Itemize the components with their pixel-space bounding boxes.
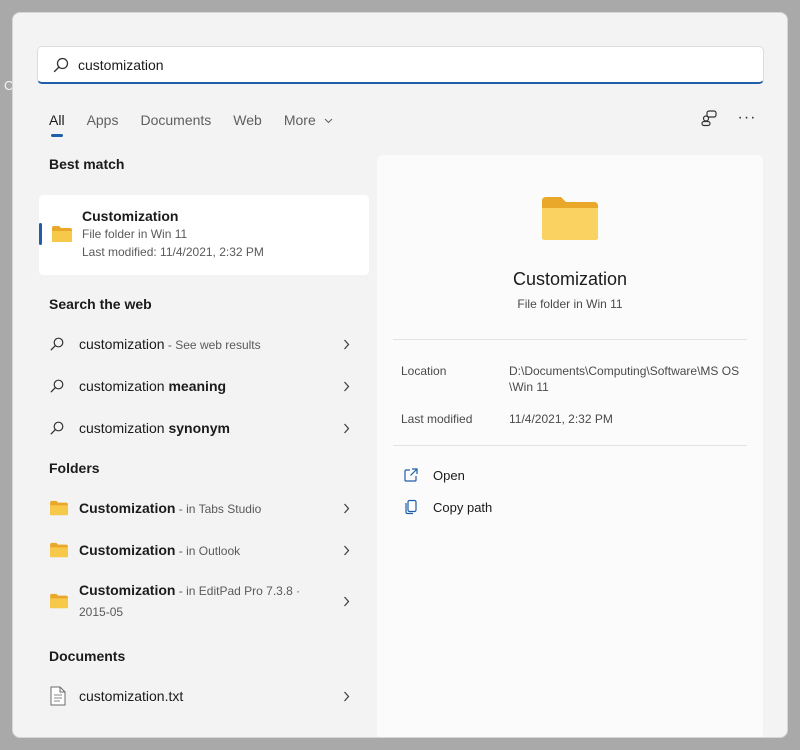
folder-name: Customization [79,500,176,516]
document-name: customization.txt [79,688,184,704]
chevron-right-icon[interactable] [343,379,353,393]
web-result-text: customization meaning [79,378,367,394]
folder-result-text: Customization - in EditPad Pro 7.3.8 · 20… [79,580,367,622]
copy-icon [405,499,417,515]
preview-subtitle: File folder in Win 11 [517,297,623,311]
web-result-text: customization synonym [79,420,367,436]
web-result-1[interactable]: customization - See web results [37,323,367,365]
search-icon [49,420,79,436]
folders-heading: Folders [49,460,100,476]
tab-web[interactable]: Web [233,109,262,135]
search-box[interactable] [37,46,764,84]
folder-results: Customization - in Tabs Studio Customiza… [37,487,373,631]
folder-icon [49,500,79,516]
copy-path-label: Copy path [433,499,493,515]
web-query-suffix: - See web results [164,338,261,352]
chevron-right-icon[interactable] [343,689,353,703]
web-result-3[interactable]: customization synonym [37,407,367,449]
documents-heading: Documents [49,648,126,664]
tab-all[interactable]: All [49,109,65,137]
more-options-icon[interactable]: ··· [737,107,757,129]
search-icon [49,378,79,394]
folder-icon [542,197,598,240]
tab-documents[interactable]: Documents [140,109,211,135]
search-web-heading: Search the web [49,296,152,312]
folder-location: - in EditPad Pro 7.3.8 · [175,584,301,598]
search-icon [53,57,69,72]
folder-result-text: Customization - in Outlook [79,542,367,558]
folder-name: Customization [79,582,176,598]
text-file-icon [49,686,79,706]
web-query: customization [79,378,169,394]
web-query: customization [79,420,169,436]
best-match-modified: Last modified: 11/4/2021, 2:32 PM [82,245,264,259]
filter-tabs: All Apps Documents Web More [49,109,355,137]
preview-title: Customization [512,269,628,289]
modified-label: Last modified [401,412,473,426]
best-match-heading: Best match [49,156,125,172]
web-query-bold: synonym [168,420,230,436]
open-label: Open [433,467,465,483]
tab-more[interactable]: More [284,109,333,135]
best-match-texts: Customization File folder in Win 11 Last… [82,207,264,261]
folder-name: Customization [79,542,176,558]
account-switch-icon[interactable] [699,107,719,129]
open-external-icon [404,468,418,482]
chevron-right-icon[interactable] [343,501,353,515]
folder-location: - in Tabs Studio [175,502,262,516]
best-match-name: Customization [82,208,179,224]
best-match-card[interactable]: Customization File folder in Win 11 Last… [39,195,369,275]
document-results: customization.txt [37,675,373,717]
open-action[interactable]: Open [403,467,465,483]
document-result-1[interactable]: customization.txt [37,675,367,717]
chevron-right-icon[interactable] [343,543,353,557]
modified-value: 11/4/2021, 2:32 PM [509,412,613,426]
divider [393,339,747,340]
search-panel: All Apps Documents Web More ··· Best mat… [12,12,788,738]
preview-pane: Customization File folder in Win 11 Loca… [377,155,763,737]
web-query: customization [79,336,165,352]
folder-location-line2: 2015-05 [79,605,124,619]
best-match-type: File folder in Win 11 [82,227,188,241]
results-list: Best match Customization File folder in … [37,153,373,717]
chevron-right-icon[interactable] [343,421,353,435]
selection-accent [39,223,42,245]
web-results: customization - See web results customiz… [37,323,373,449]
tab-apps[interactable]: Apps [87,109,119,135]
folder-icon [49,593,79,609]
copy-path-action[interactable]: Copy path [403,499,492,515]
folder-result-2[interactable]: Customization - in Outlook [37,529,367,571]
top-right-toolbar: ··· [699,107,757,129]
chevron-right-icon[interactable] [343,337,353,351]
folder-icon [49,542,79,558]
chevron-right-icon[interactable] [343,594,353,608]
more-options-glyph: ··· [737,109,757,126]
location-value: D:\Documents\Computing\Software\MS OS\Wi… [509,364,740,394]
search-input[interactable] [78,49,718,80]
location-label: Location [401,364,447,378]
folder-result-text: Customization - in Tabs Studio [79,500,367,516]
divider [393,445,747,446]
web-result-2[interactable]: customization meaning [37,365,367,407]
web-query-bold: meaning [168,378,227,394]
search-icon [49,336,79,352]
folder-result-3[interactable]: Customization - in EditPad Pro 7.3.8 · 20… [37,571,367,631]
folder-location: - in Outlook [175,544,241,558]
folder-result-1[interactable]: Customization - in Tabs Studio [37,487,367,529]
folder-icon [52,226,72,242]
tab-more-label: More [283,112,316,128]
web-result-text: customization - See web results [79,336,367,352]
chevron-down-icon [324,118,332,124]
